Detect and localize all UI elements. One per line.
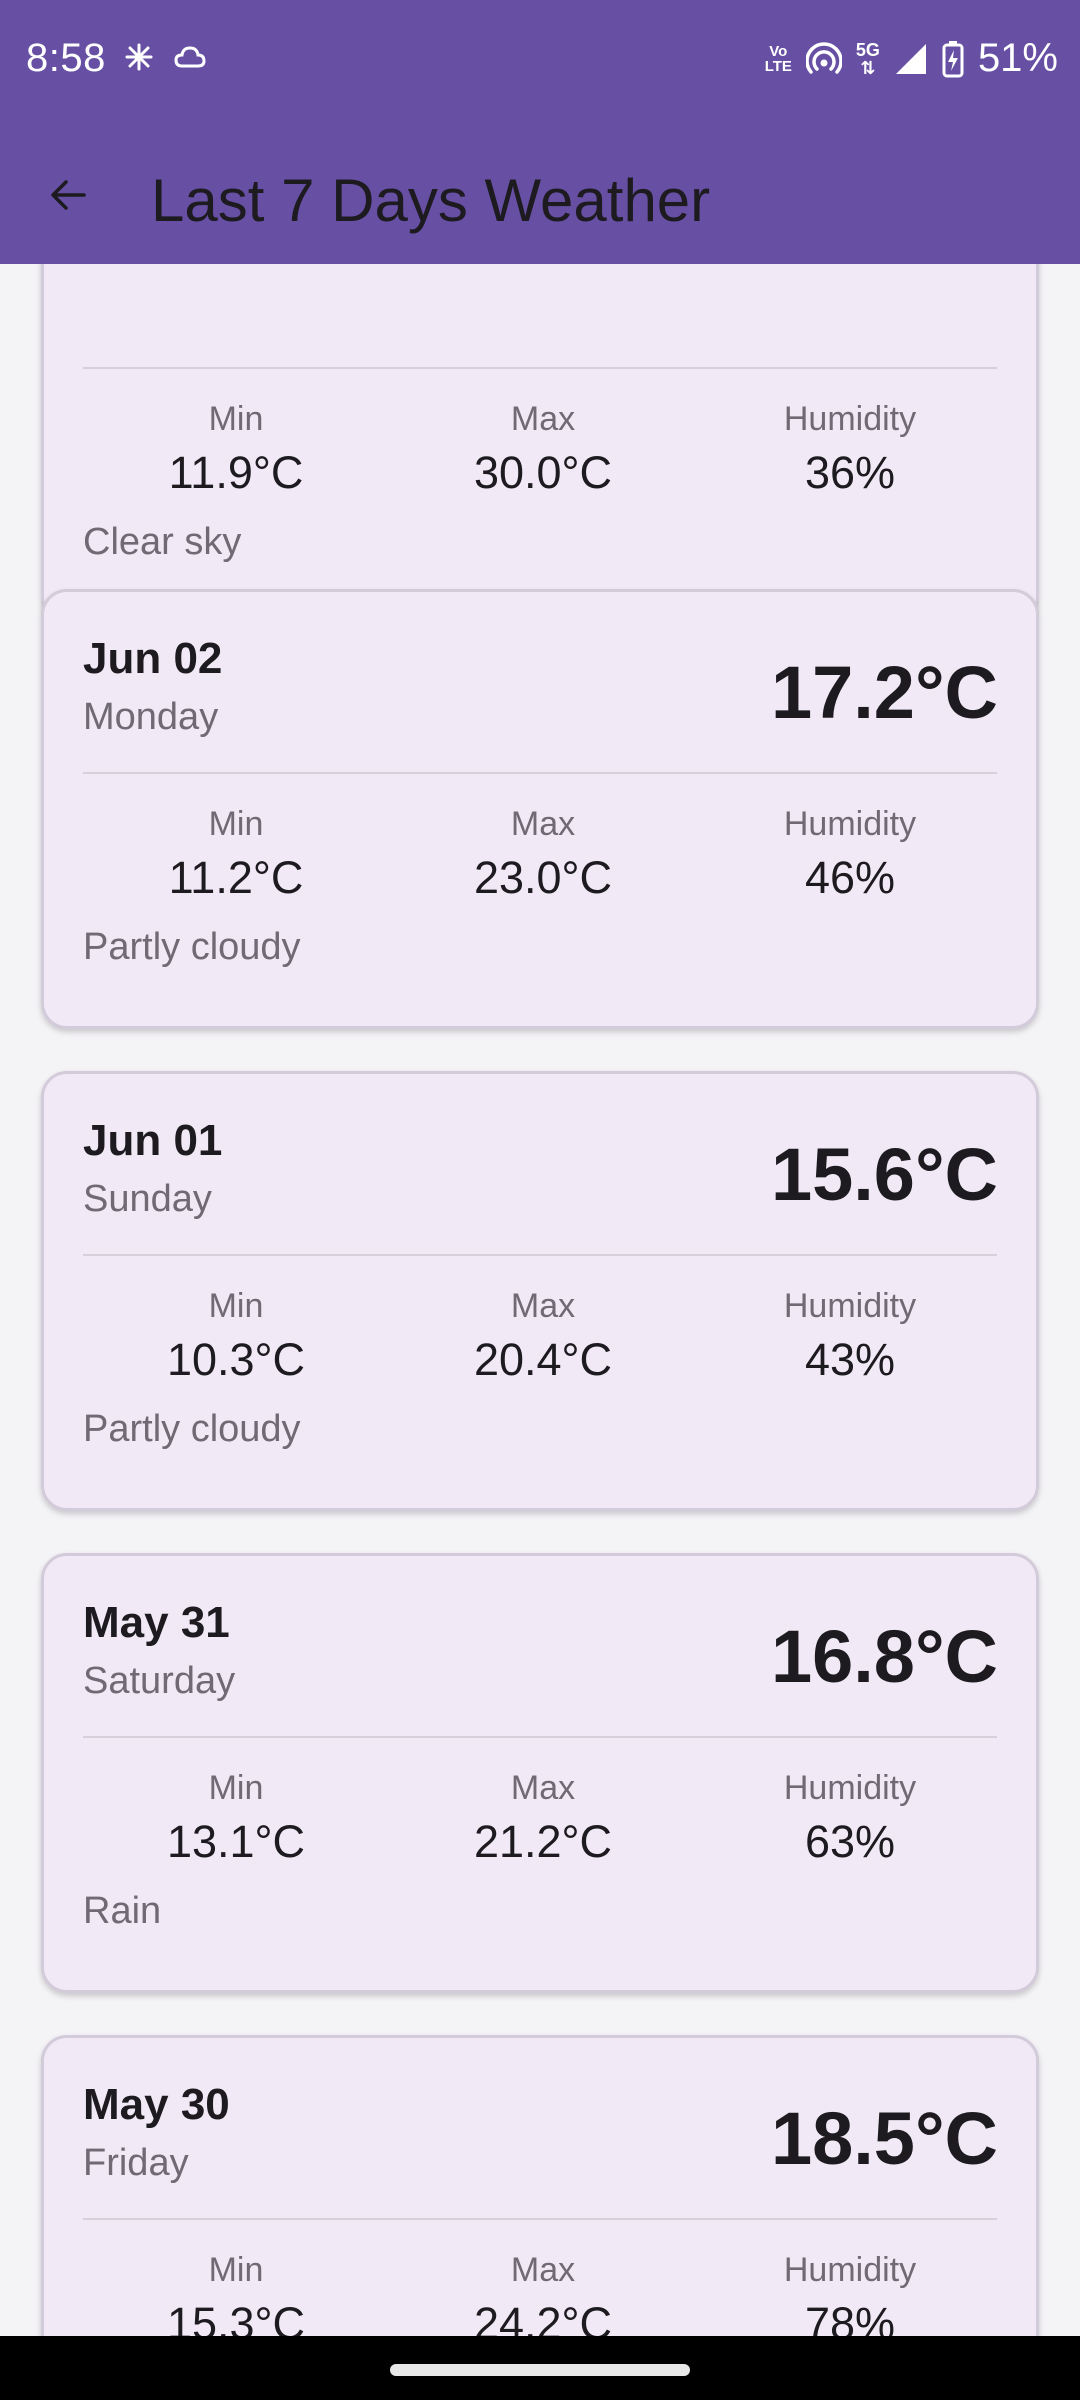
card-divider	[83, 772, 997, 774]
status-right: Vo LTE 5G ⇅ 51%	[765, 36, 1058, 81]
min-stat: Min 13.1°C	[96, 1766, 376, 1874]
max-label: Max	[510, 2251, 576, 2289]
app-bar: Last 7 Days Weather	[0, 126, 1080, 264]
card-date: Jun 02	[83, 634, 223, 683]
card-avg-temp: 18.5°C	[770, 2097, 998, 2180]
card-weekday: Friday	[83, 2142, 189, 2184]
min-stat: Min 11.9°C	[96, 397, 376, 505]
max-stat: Max 24.2°C	[403, 2248, 683, 2336]
card-avg-temp: 17.2°C	[770, 651, 998, 734]
system-nav-bar	[0, 2336, 1080, 2400]
card-avg-temp: 16.8°C	[770, 1615, 998, 1698]
network-type: 5G ⇅	[855, 39, 880, 78]
weather-list[interactable]: Min 11.9°C Max 30.0°C Humidity 36% Clear…	[0, 264, 1080, 2336]
status-bar: 8:58 Vo LTE 5G ⇅ 51%	[0, 0, 1080, 126]
battery-percent: 51%	[977, 36, 1058, 80]
status-time: 8:58	[26, 36, 106, 80]
humidity-label: Humidity	[783, 1769, 917, 1807]
min-value: 13.1°C	[166, 1816, 306, 1867]
card-divider	[83, 367, 997, 369]
max-label: Max	[510, 1287, 576, 1325]
max-label: Max	[510, 805, 576, 843]
home-gesture-handle[interactable]	[390, 2364, 690, 2376]
humidity-label: Humidity	[783, 2251, 917, 2289]
min-label: Min	[208, 2251, 264, 2289]
card-date: May 31	[83, 1598, 230, 1647]
volte-icon: Vo LTE	[764, 42, 792, 75]
card-date: May 30	[83, 2080, 230, 2129]
max-label: Max	[510, 400, 576, 438]
humidity-value: 78%	[804, 2298, 896, 2336]
humidity-stat: Humidity 78%	[710, 2248, 990, 2336]
max-value: 21.2°C	[473, 1816, 613, 1867]
weather-card[interactable]: May 31 Saturday 16.8°C Min 13.1°C Max 21…	[41, 1553, 1039, 1993]
page-title: Last 7 Days Weather	[151, 167, 711, 234]
hotspot-icon	[805, 41, 842, 74]
status-notification-icons	[124, 42, 206, 72]
min-stat: Min 11.2°C	[96, 802, 376, 910]
weather-condition: Partly cloudy	[83, 926, 301, 968]
weather-card[interactable]: Min 11.9°C Max 30.0°C Humidity 36% Clear…	[41, 264, 1039, 624]
sparkle-icon	[125, 43, 153, 71]
card-weekday: Sunday	[83, 1178, 212, 1220]
humidity-label: Humidity	[783, 805, 917, 843]
card-date: Jun 01	[83, 1116, 223, 1165]
weather-condition: Clear sky	[83, 521, 242, 563]
humidity-value: 43%	[804, 1334, 896, 1385]
max-stat: Max 21.2°C	[403, 1766, 683, 1874]
card-weekday: Saturday	[83, 1660, 236, 1702]
max-value: 20.4°C	[473, 1334, 613, 1385]
humidity-value: 36%	[804, 447, 896, 498]
min-value: 11.2°C	[168, 852, 304, 903]
card-divider	[83, 1736, 997, 1738]
min-label: Min	[208, 1769, 264, 1807]
humidity-label: Humidity	[783, 400, 917, 438]
humidity-label: Humidity	[783, 1287, 917, 1325]
card-divider	[83, 2218, 997, 2220]
humidity-value: 63%	[804, 1816, 896, 1867]
card-weekday: Monday	[83, 696, 219, 738]
weather-condition: Partly cloudy	[83, 1408, 301, 1450]
humidity-value: 46%	[804, 852, 896, 903]
card-avg-temp: 15.6°C	[770, 1133, 998, 1216]
humidity-stat: Humidity 43%	[710, 1284, 990, 1392]
weather-card[interactable]: Jun 02 Monday 17.2°C Min 11.2°C Max 23.0…	[41, 589, 1039, 1029]
min-value: 15.3°C	[166, 2298, 306, 2336]
signal-icon	[895, 43, 926, 74]
max-stat: Max 23.0°C	[403, 802, 683, 910]
max-label: Max	[510, 1769, 576, 1807]
min-stat: Min 15.3°C	[96, 2248, 376, 2336]
min-stat: Min 10.3°C	[96, 1284, 376, 1392]
min-value: 11.9°C	[168, 447, 304, 498]
min-label: Min	[208, 1287, 264, 1325]
data-arrows-icon: ⇅	[860, 57, 876, 78]
max-value: 30.0°C	[473, 447, 613, 498]
max-stat: Max 30.0°C	[403, 397, 683, 505]
humidity-stat: Humidity 63%	[710, 1766, 990, 1874]
max-stat: Max 20.4°C	[403, 1284, 683, 1392]
humidity-stat: Humidity 36%	[710, 397, 990, 505]
min-label: Min	[208, 805, 264, 843]
weather-card[interactable]: May 30 Friday 18.5°C Min 15.3°C Max 24.2…	[41, 2035, 1039, 2336]
min-label: Min	[208, 400, 264, 438]
weather-card[interactable]: Jun 01 Sunday 15.6°C Min 10.3°C Max 20.4…	[41, 1071, 1039, 1511]
battery-charging-icon	[942, 40, 964, 77]
weather-condition: Rain	[83, 1890, 162, 1932]
max-value: 23.0°C	[473, 852, 613, 903]
cloud-icon	[174, 46, 206, 68]
arrow-back-icon	[51, 180, 86, 210]
max-value: 24.2°C	[473, 2298, 613, 2336]
min-value: 10.3°C	[166, 1334, 306, 1385]
card-divider	[83, 1254, 997, 1256]
back-button[interactable]	[26, 153, 110, 237]
humidity-stat: Humidity 46%	[710, 802, 990, 910]
